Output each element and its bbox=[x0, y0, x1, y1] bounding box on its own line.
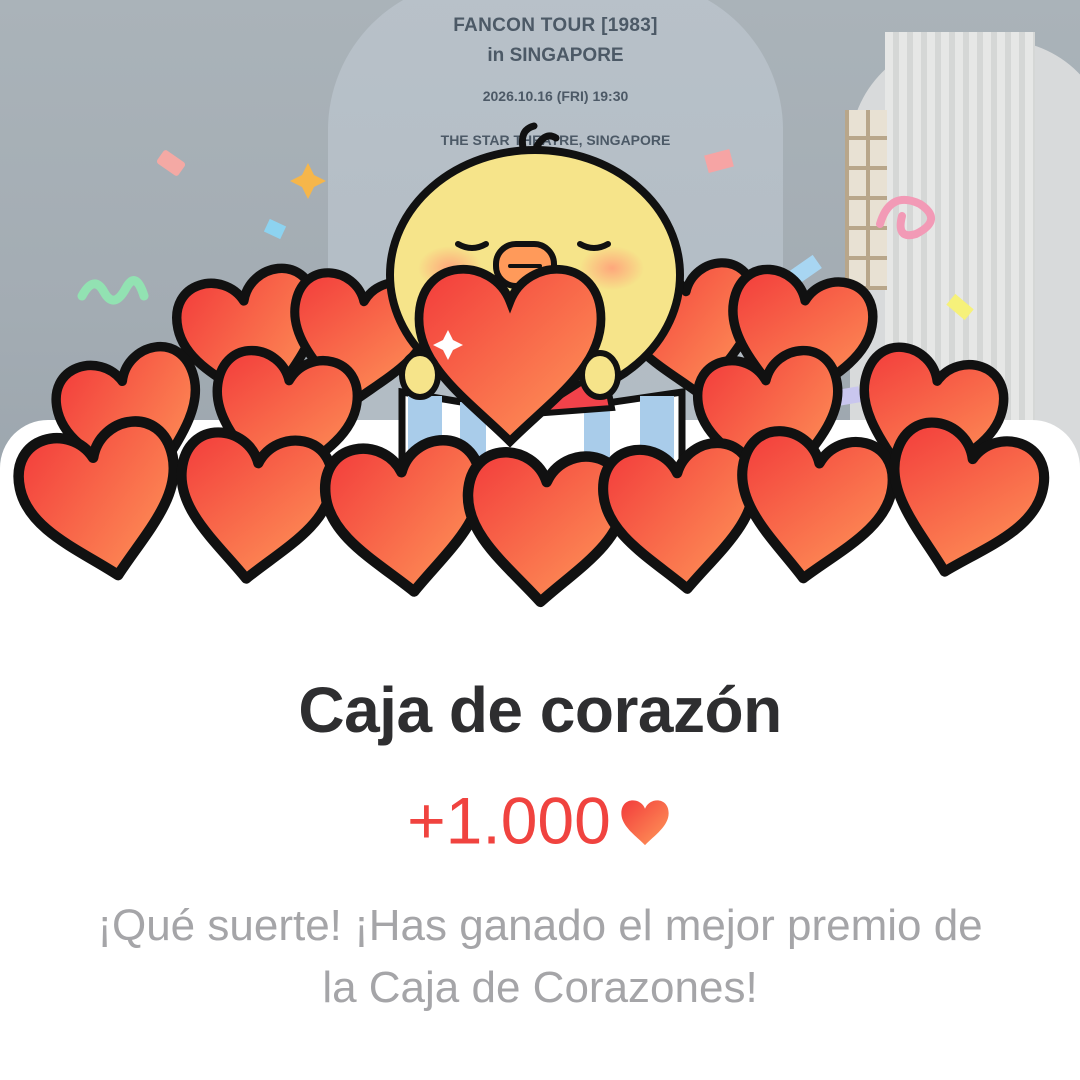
reward-message: ¡Qué suerte! ¡Has ganado el mejor premio… bbox=[97, 901, 983, 1012]
reward-amount: +1.000 bbox=[407, 783, 611, 858]
reward-title: Caja de corazón bbox=[298, 674, 782, 746]
heart-icon bbox=[621, 799, 669, 845]
heart-box-illustration bbox=[0, 122, 1080, 620]
reward-amount-row: +1.000 bbox=[0, 775, 1080, 861]
